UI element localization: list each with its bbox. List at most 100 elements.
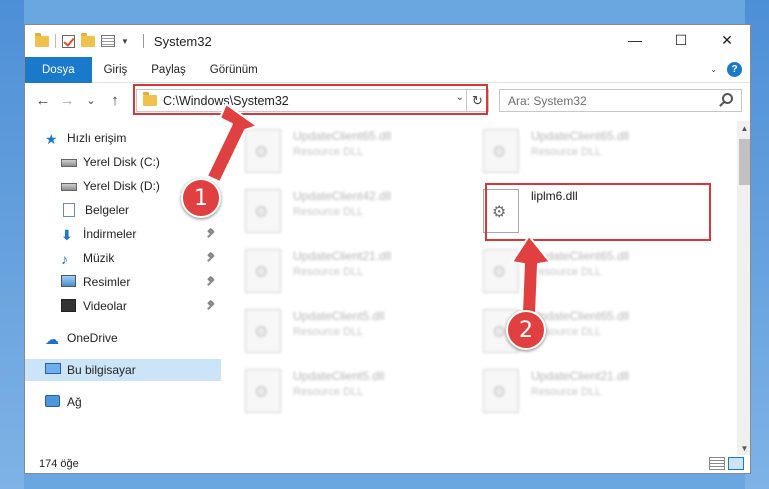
- file-type: Resource DLL: [531, 386, 602, 398]
- step-1-badge: 1: [181, 178, 221, 218]
- file-type: Resource DLL: [293, 326, 364, 338]
- music-icon: ♪: [61, 251, 68, 267]
- view-switcher: [709, 457, 744, 470]
- sidebar-item-videos[interactable]: Videolar: [25, 295, 221, 317]
- sidebar-item-label: İndirmeler: [83, 227, 137, 241]
- sidebar-item-label: Yerel Disk (D:): [83, 179, 160, 193]
- sidebar-item-music[interactable]: ♪ Müzik: [25, 247, 221, 269]
- dll-file-icon: [245, 129, 281, 173]
- sidebar-item-label: Resimler: [83, 275, 131, 289]
- sidebar-item-label: Ağ: [67, 395, 82, 409]
- title-separator: [142, 34, 144, 48]
- dll-file-icon: [245, 249, 281, 293]
- search-box[interactable]: [499, 89, 742, 112]
- ribbon-right-controls: ⌄ ?: [710, 62, 742, 77]
- file-name: UpdateClient65.dll: [531, 249, 630, 263]
- file-name: UpdateClient5.dll: [293, 369, 385, 383]
- chevron-down-icon[interactable]: ▼: [121, 37, 129, 46]
- file-type: Resource DLL: [531, 146, 602, 158]
- sidebar-item-this-pc[interactable]: Bu bilgisayar: [25, 359, 221, 381]
- properties-check-icon[interactable]: [62, 34, 75, 48]
- help-icon[interactable]: ?: [727, 62, 742, 77]
- downloads-icon: ⬇: [61, 227, 73, 243]
- dll-file-icon: [245, 369, 281, 413]
- file-type: Resource DLL: [293, 266, 364, 278]
- file-item[interactable]: UpdateClient21.dll Resource DLL: [233, 245, 463, 299]
- sidebar-item-label: Videolar: [83, 299, 127, 313]
- up-button[interactable]: ↑: [103, 88, 127, 112]
- sidebar-item-onedrive[interactable]: ☁ OneDrive: [25, 327, 221, 349]
- file-type: Resource DLL: [293, 206, 364, 218]
- tab-file[interactable]: Dosya: [25, 56, 92, 83]
- close-button[interactable]: ✕: [704, 25, 750, 55]
- ribbon-tabs: Dosya Giriş Paylaş Görünüm ⌄ ?: [25, 56, 750, 83]
- tab-view[interactable]: Görünüm: [198, 57, 270, 83]
- details-view-icon[interactable]: [709, 457, 725, 470]
- file-item[interactable]: UpdateClient5.dll Resource DLL: [233, 305, 463, 359]
- file-item[interactable]: UpdateClient42.dll Resource DLL: [233, 185, 463, 239]
- dll-file-icon: [483, 129, 519, 173]
- minimize-button[interactable]: —: [612, 25, 658, 55]
- sidebar-item-label: Yerel Disk (C:): [83, 155, 160, 169]
- back-button[interactable]: ←: [31, 88, 55, 112]
- quick-access-toolbar: ▼: [25, 25, 144, 57]
- sidebar-item-network[interactable]: Ağ: [25, 391, 221, 413]
- desktop-background-left: [0, 0, 24, 489]
- tab-home[interactable]: Giriş: [92, 57, 140, 83]
- file-type: Resource DLL: [531, 266, 602, 278]
- file-item[interactable]: UpdateClient21.dll Resource DLL: [471, 365, 701, 419]
- file-name: UpdateClient21.dll: [293, 249, 392, 263]
- title-bar: ▼ System32 — ☐ ✕: [25, 25, 750, 57]
- step-2-badge: 2: [506, 310, 546, 350]
- sidebar-item-downloads[interactable]: ⬇ İndirmeler: [25, 223, 221, 245]
- file-name: UpdateClient21.dll: [531, 369, 630, 383]
- search-icon[interactable]: [722, 93, 733, 104]
- file-type: Resource DLL: [293, 386, 364, 398]
- file-name: UpdateClient65.dll: [531, 129, 630, 143]
- file-name: UpdateClient5.dll: [293, 309, 385, 323]
- scroll-thumb[interactable]: [739, 139, 750, 185]
- file-type: Resource DLL: [293, 146, 364, 158]
- window-controls: — ☐ ✕: [612, 25, 750, 55]
- dll-file-icon: [483, 249, 519, 293]
- dll-file-icon: [245, 309, 281, 353]
- sidebar-item-label: Hızlı erişim: [67, 131, 127, 145]
- sidebar-item-label: Müzik: [83, 251, 115, 265]
- large-icons-view-icon[interactable]: [728, 457, 744, 470]
- sidebar-item-local-disk-c[interactable]: Yerel Disk (C:): [25, 151, 221, 173]
- target-file-highlight: [485, 183, 711, 241]
- search-input[interactable]: [508, 93, 708, 108]
- dll-file-icon: [483, 369, 519, 413]
- forward-button[interactable]: →: [55, 88, 79, 112]
- file-item[interactable]: UpdateClient65.dll Resource DLL: [471, 125, 701, 179]
- expand-ribbon-icon[interactable]: ⌄: [710, 65, 717, 74]
- pin-icon[interactable]: [206, 277, 216, 287]
- star-icon: ★: [45, 131, 58, 147]
- folder-icon: [35, 32, 49, 47]
- toolbar-separator: [55, 34, 56, 48]
- file-list: UpdateClient65.dll Resource DLL UpdateCli…: [233, 121, 733, 455]
- recent-locations-button[interactable]: ⌄: [79, 88, 103, 112]
- maximize-button[interactable]: ☐: [658, 25, 704, 55]
- pin-icon[interactable]: [206, 253, 216, 263]
- file-item[interactable]: UpdateClient65.dll Resource DLL: [471, 245, 701, 299]
- vertical-scrollbar[interactable]: ▲ ▼: [737, 121, 750, 455]
- scroll-up-icon[interactable]: ▲: [737, 121, 750, 135]
- pin-icon[interactable]: [206, 229, 216, 239]
- sidebar-item-quick-access[interactable]: ★ Hızlı erişim: [25, 127, 221, 149]
- pin-icon[interactable]: [206, 301, 216, 311]
- tab-share[interactable]: Paylaş: [139, 57, 198, 83]
- file-name: UpdateClient65.dll: [293, 129, 392, 143]
- item-count: 174 öğe: [39, 458, 79, 470]
- window-title: System32: [153, 33, 212, 49]
- sidebar-item-pictures[interactable]: Resimler: [25, 271, 221, 293]
- address-bar-highlight: [133, 84, 488, 115]
- sidebar-item-label: Bu bilgisayar: [67, 363, 136, 377]
- file-item[interactable]: UpdateClient65.dll Resource DLL: [233, 125, 463, 179]
- new-folder-icon[interactable]: [81, 32, 95, 47]
- customize-toolbar-icon[interactable]: [101, 35, 115, 47]
- file-item[interactable]: UpdateClient5.dll Resource DLL: [233, 365, 463, 419]
- videos-icon: [61, 299, 77, 313]
- computer-icon: [45, 363, 61, 377]
- navigation-pane: ★ Hızlı erişim Yerel Disk (C:) Yerel Dis…: [25, 123, 221, 453]
